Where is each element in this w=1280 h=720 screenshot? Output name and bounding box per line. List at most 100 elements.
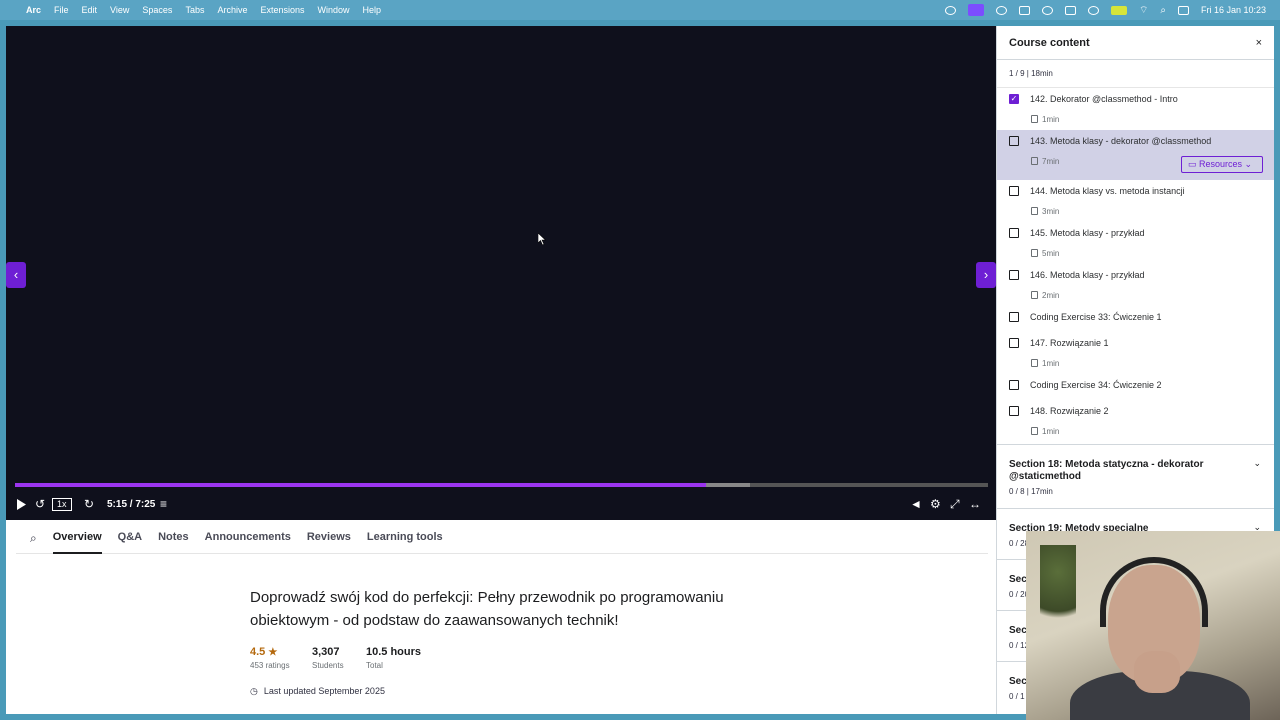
rating-stat: 4.5 ★ 453 ratings — [250, 646, 290, 670]
lecture-checkbox[interactable] — [1009, 136, 1019, 146]
file-icon — [1031, 427, 1038, 435]
menu-archive[interactable]: Archive — [217, 5, 247, 15]
search-icon[interactable]: ⌕ — [30, 531, 37, 546]
mouse-cursor-icon — [538, 233, 546, 245]
section-item[interactable]: Section 18: Metoda statyczna - dekorator… — [997, 444, 1274, 508]
lecture-duration: 7min — [1031, 157, 1059, 166]
lecture-checkbox[interactable] — [1009, 380, 1019, 390]
wifi-icon[interactable]: ⌔ — [1139, 4, 1148, 17]
course-tabs: ⌕ Overview Q&A Notes Announcements Revie… — [16, 524, 988, 554]
expand-icon[interactable]: ↔ — [969, 497, 981, 511]
menu-file[interactable]: File — [54, 5, 69, 15]
tab-reviews[interactable]: Reviews — [307, 524, 351, 554]
clock[interactable]: Fri 16 Jan 10:23 — [1201, 5, 1266, 15]
lecture-title: 147. Rozwiązanie 1 — [1030, 338, 1109, 348]
play-icon[interactable] — [16, 499, 26, 510]
next-lecture-button[interactable]: › — [976, 262, 996, 288]
lecture-item[interactable]: ✓ 142. Dekorator @classmethod - Intro 1m… — [997, 88, 1274, 130]
panel-title: Course content — [1009, 36, 1090, 49]
lecture-duration: 1min — [1031, 427, 1059, 436]
menu-help[interactable]: Help — [363, 5, 382, 15]
lecture-duration: 5min — [1031, 249, 1059, 258]
menu-extensions[interactable]: Extensions — [260, 5, 304, 15]
menu-window[interactable]: Window — [318, 5, 350, 15]
resources-dropdown[interactable]: ▭ Resources ⌄ — [1181, 156, 1263, 173]
chevron-down-icon[interactable]: ⌄ — [1253, 458, 1261, 469]
lecture-title: 148. Rozwiązanie 2 — [1030, 406, 1109, 416]
last-updated-text: Last updated September 2025 — [263, 686, 385, 696]
lecture-title: 145. Metoda klasy - przykład — [1030, 228, 1145, 238]
lecture-item[interactable]: Coding Exercise 33: Ćwiczenie 1 — [997, 306, 1274, 332]
lecture-item[interactable]: 144. Metoda klasy vs. metoda instancji 3… — [997, 180, 1274, 222]
panel-header: Course content × — [997, 26, 1274, 60]
section-title: Section 18: Metoda statyczna - dekorator… — [1009, 459, 1204, 482]
battery-icon[interactable] — [1110, 5, 1127, 15]
students-label: Students — [312, 661, 344, 670]
course-title: Doprowadź swój kod do perfekcji: Pełny p… — [250, 589, 724, 629]
video-icon — [1031, 157, 1038, 165]
tab-learning-tools[interactable]: Learning tools — [367, 524, 443, 554]
video-player[interactable]: ‹ › ↺ 1x ↻ 5:15 / 7:25 ≡ ◄ ⚙ ⤢ ↔ — [6, 26, 996, 520]
control-center-icon[interactable] — [1177, 5, 1189, 15]
status-app-icon[interactable] — [944, 5, 956, 15]
notes-icon[interactable]: ≡ — [160, 497, 167, 511]
tab-notes[interactable]: Notes — [158, 524, 189, 554]
play-icon[interactable] — [1041, 5, 1053, 15]
lecture-checkbox[interactable] — [1009, 186, 1019, 196]
lecture-title: Coding Exercise 33: Ćwiczenie 1 — [1030, 312, 1162, 322]
rating-value: 4.5 — [250, 646, 266, 658]
lecture-item[interactable]: 148. Rozwiązanie 2 1min — [997, 400, 1274, 444]
playback-speed-button[interactable]: 1x — [52, 498, 72, 511]
lecture-title: 142. Dekorator @classmethod - Intro — [1030, 94, 1178, 104]
settings-icon[interactable]: ⚙ — [930, 497, 941, 511]
lecture-checkbox[interactable] — [1009, 312, 1019, 322]
tab-announcements[interactable]: Announcements — [205, 524, 291, 554]
previous-lecture-button[interactable]: ‹ — [6, 262, 26, 288]
video-icon — [1031, 291, 1038, 299]
clock-icon: ◷ — [250, 686, 258, 696]
lecture-duration: 2min — [1031, 291, 1059, 300]
menu-edit[interactable]: Edit — [82, 5, 98, 15]
last-updated: ◷ Last updated September 2025 — [250, 686, 385, 697]
progress-bar[interactable] — [15, 483, 988, 487]
lecture-checkbox[interactable] — [1009, 228, 1019, 238]
menu-view[interactable]: View — [110, 5, 129, 15]
lecture-item[interactable]: 145. Metoda klasy - przykład 5min — [997, 222, 1274, 264]
search-icon[interactable]: ⌕ — [1160, 5, 1166, 16]
lecture-checkbox[interactable] — [1009, 270, 1019, 280]
fullscreen-icon[interactable]: ⤢ — [950, 497, 960, 511]
hours-value: 10.5 hours — [366, 646, 422, 658]
record-icon[interactable] — [1018, 5, 1030, 15]
tab-qa[interactable]: Q&A — [118, 524, 142, 554]
headphones-icon[interactable] — [1087, 5, 1099, 15]
lecture-title: 144. Metoda klasy vs. metoda instancji — [1030, 186, 1185, 196]
menu-tabs[interactable]: Tabs — [185, 5, 204, 15]
display-icon[interactable] — [1064, 5, 1076, 15]
hours-label: Total — [366, 661, 383, 670]
close-icon[interactable]: × — [1256, 37, 1262, 49]
screen-share-icon[interactable] — [967, 4, 984, 16]
tab-overview[interactable]: Overview — [52, 524, 102, 554]
video-icon — [1031, 249, 1038, 257]
lecture-item[interactable]: 147. Rozwiązanie 1 1min — [997, 332, 1274, 374]
lecture-item[interactable]: 146. Metoda klasy - przykład 2min — [997, 264, 1274, 306]
ratings-count: 453 ratings — [250, 661, 290, 670]
lecture-duration: 1min — [1031, 115, 1059, 124]
lecture-checkbox[interactable] — [1009, 406, 1019, 416]
player-controls: ↺ 1x ↻ 5:15 / 7:25 ≡ ◄ ⚙ ⤢ ↔ — [6, 494, 996, 516]
lecture-checkbox[interactable] — [1009, 338, 1019, 348]
section-meta: 0 / 8 | 17min — [1009, 487, 1053, 496]
lecture-item[interactable]: Coding Exercise 34: Ćwiczenie 2 — [997, 374, 1274, 400]
progress-buffered — [705, 483, 750, 487]
volume-icon[interactable]: ◄ — [910, 497, 922, 511]
forward-icon[interactable]: ↻ — [84, 497, 94, 511]
rewind-icon[interactable]: ↺ — [35, 497, 45, 511]
students-stat: 3,307 Students — [312, 646, 344, 670]
music-icon[interactable] — [995, 5, 1007, 15]
lecture-item-current[interactable]: 143. Metoda klasy - dekorator @classmeth… — [997, 130, 1274, 180]
menu-spaces[interactable]: Spaces — [142, 5, 172, 15]
lecture-checkbox[interactable]: ✓ — [1009, 94, 1019, 104]
menu-app-arc[interactable]: Arc — [26, 5, 41, 15]
chevron-down-icon: ⌄ — [1242, 159, 1253, 169]
menu-bar: Arc File Edit View Spaces Tabs Archive E… — [0, 0, 1280, 20]
